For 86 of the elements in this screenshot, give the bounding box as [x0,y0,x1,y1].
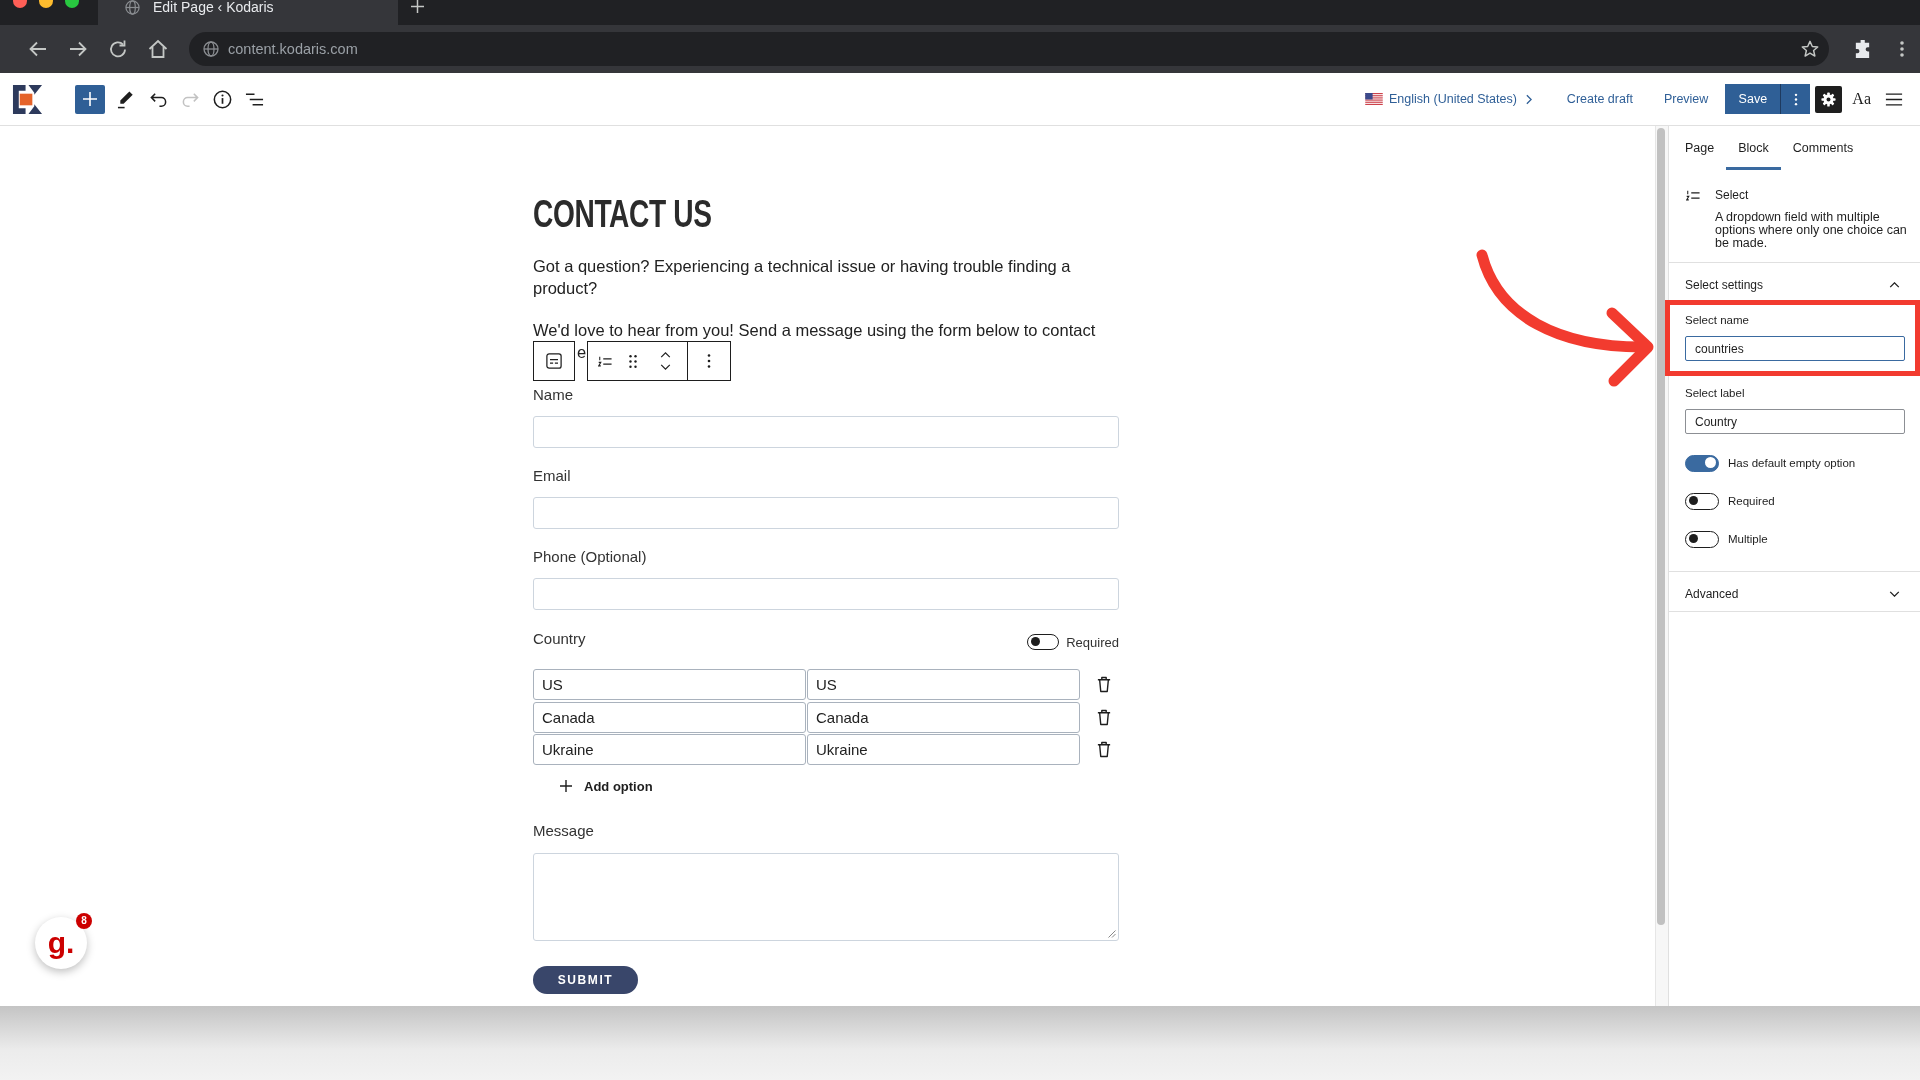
intro-paragraph: Got a question? Experiencing a technical issue or having trouble finding a product? [533,256,1072,299]
field-label: Email [533,466,572,486]
trash-icon[interactable] [1097,741,1111,758]
drag-handle-icon[interactable] [629,354,638,368]
toggle-label: Required [1728,495,1775,507]
numbered-list-icon [1686,190,1700,201]
scrollbar-thumb[interactable] [1657,128,1665,925]
sidebar-tab[interactable]: Comments [1780,126,1866,170]
notification-badge: 8 [76,913,92,929]
menu-icon[interactable] [1885,91,1903,107]
trash-icon[interactable] [1097,676,1111,693]
field-label: Message [533,821,595,841]
option-field[interactable]: Canada [807,701,1080,733]
text-fragment: e [577,343,587,361]
page-title: CONTACT US [533,192,712,236]
window-maximize-icon[interactable] [65,0,79,8]
settings-button[interactable] [1815,85,1843,113]
chevron-down-icon[interactable] [660,364,672,370]
section-header[interactable]: Select settings [1669,263,1920,302]
toggle-switch[interactable] [1685,454,1719,472]
plus-icon [83,92,97,106]
toggle-switch[interactable] [1027,634,1060,650]
form-icon[interactable] [546,353,562,369]
block-description: A dropdown field with multiple options where only one choice can be made. [1715,211,1908,250]
info-icon[interactable] [212,89,232,109]
vertical-dots-icon[interactable] [706,354,711,368]
window-close-icon[interactable] [13,0,27,8]
field-label: Name [533,385,574,405]
chevron-up-icon[interactable] [660,352,672,358]
input-field[interactable]: Country [1685,409,1905,434]
plus-icon[interactable] [411,0,424,13]
option-field[interactable]: Ukraine [533,734,806,765]
option-field[interactable]: US [533,669,806,700]
chevron-right-icon [1525,93,1532,105]
kebab-menu-icon[interactable] [1900,41,1904,57]
save-button[interactable]: Save [1725,84,1782,114]
kebab-icon [1793,92,1798,106]
toggle-label: Required [1066,634,1119,650]
resize-grip-icon[interactable] [1108,930,1116,938]
option-field[interactable]: Canada [533,701,806,733]
sidebar-tab[interactable]: Block [1726,126,1781,170]
add-block-button[interactable] [75,84,105,114]
input-field[interactable] [533,416,1119,448]
star-icon[interactable] [1801,40,1819,58]
logo-icon[interactable] [12,83,43,115]
option-field[interactable]: Ukraine [807,734,1080,765]
browser-tab[interactable]: Edit Page ‹ Kodaris [98,0,398,25]
header-link[interactable]: Preview [1663,92,1709,106]
flag-icon [1365,93,1383,105]
plus-icon [560,780,572,792]
window-minimize-icon[interactable] [39,0,53,8]
gear-icon [1820,90,1838,108]
field-label: Phone (Optional) [533,547,648,567]
toggle-label: Has default empty option [1728,457,1856,469]
forward-arrow-icon[interactable] [68,39,88,59]
save-options-button[interactable] [1781,84,1811,114]
sidebar-tab[interactable]: Page [1673,126,1727,170]
trash-icon[interactable] [1097,708,1111,726]
intro-paragraph: We'd love to hear from you! Send a message using the form below to contact [533,320,1097,341]
back-arrow-icon[interactable] [28,39,48,59]
toggle-label: Multiple [1728,533,1768,545]
input-field[interactable]: countries [1685,336,1905,361]
block-name: Select [1715,188,1750,202]
language-link[interactable]: English (United States) [1365,92,1532,106]
option-field[interactable]: US [807,669,1080,700]
globe-icon [125,0,140,15]
section-header[interactable]: Advanced [1669,572,1920,611]
puzzle-icon[interactable] [1853,39,1872,59]
header-link[interactable]: Create draft [1566,92,1633,106]
url-text: content.kodaris.com [228,41,358,57]
numbered-list-icon[interactable] [597,355,612,367]
textarea-field[interactable] [533,853,1119,941]
address-bar[interactable]: content.kodaris.com [189,32,1829,66]
home-icon[interactable] [148,39,168,59]
field-label: Select label [1685,386,1745,400]
field-label: Select name [1685,313,1749,327]
add-option-button[interactable]: Add option [560,776,653,796]
submit-button[interactable]: SUBMIT [533,966,638,994]
input-field[interactable] [533,578,1119,610]
toggle-switch[interactable] [1685,530,1719,548]
toggle-switch[interactable] [1685,492,1719,510]
reload-icon[interactable] [108,39,128,59]
field-label: Country [533,629,586,649]
typography-button[interactable]: Aa [1852,90,1871,108]
input-field[interactable] [533,497,1119,529]
globe-icon [203,41,219,57]
